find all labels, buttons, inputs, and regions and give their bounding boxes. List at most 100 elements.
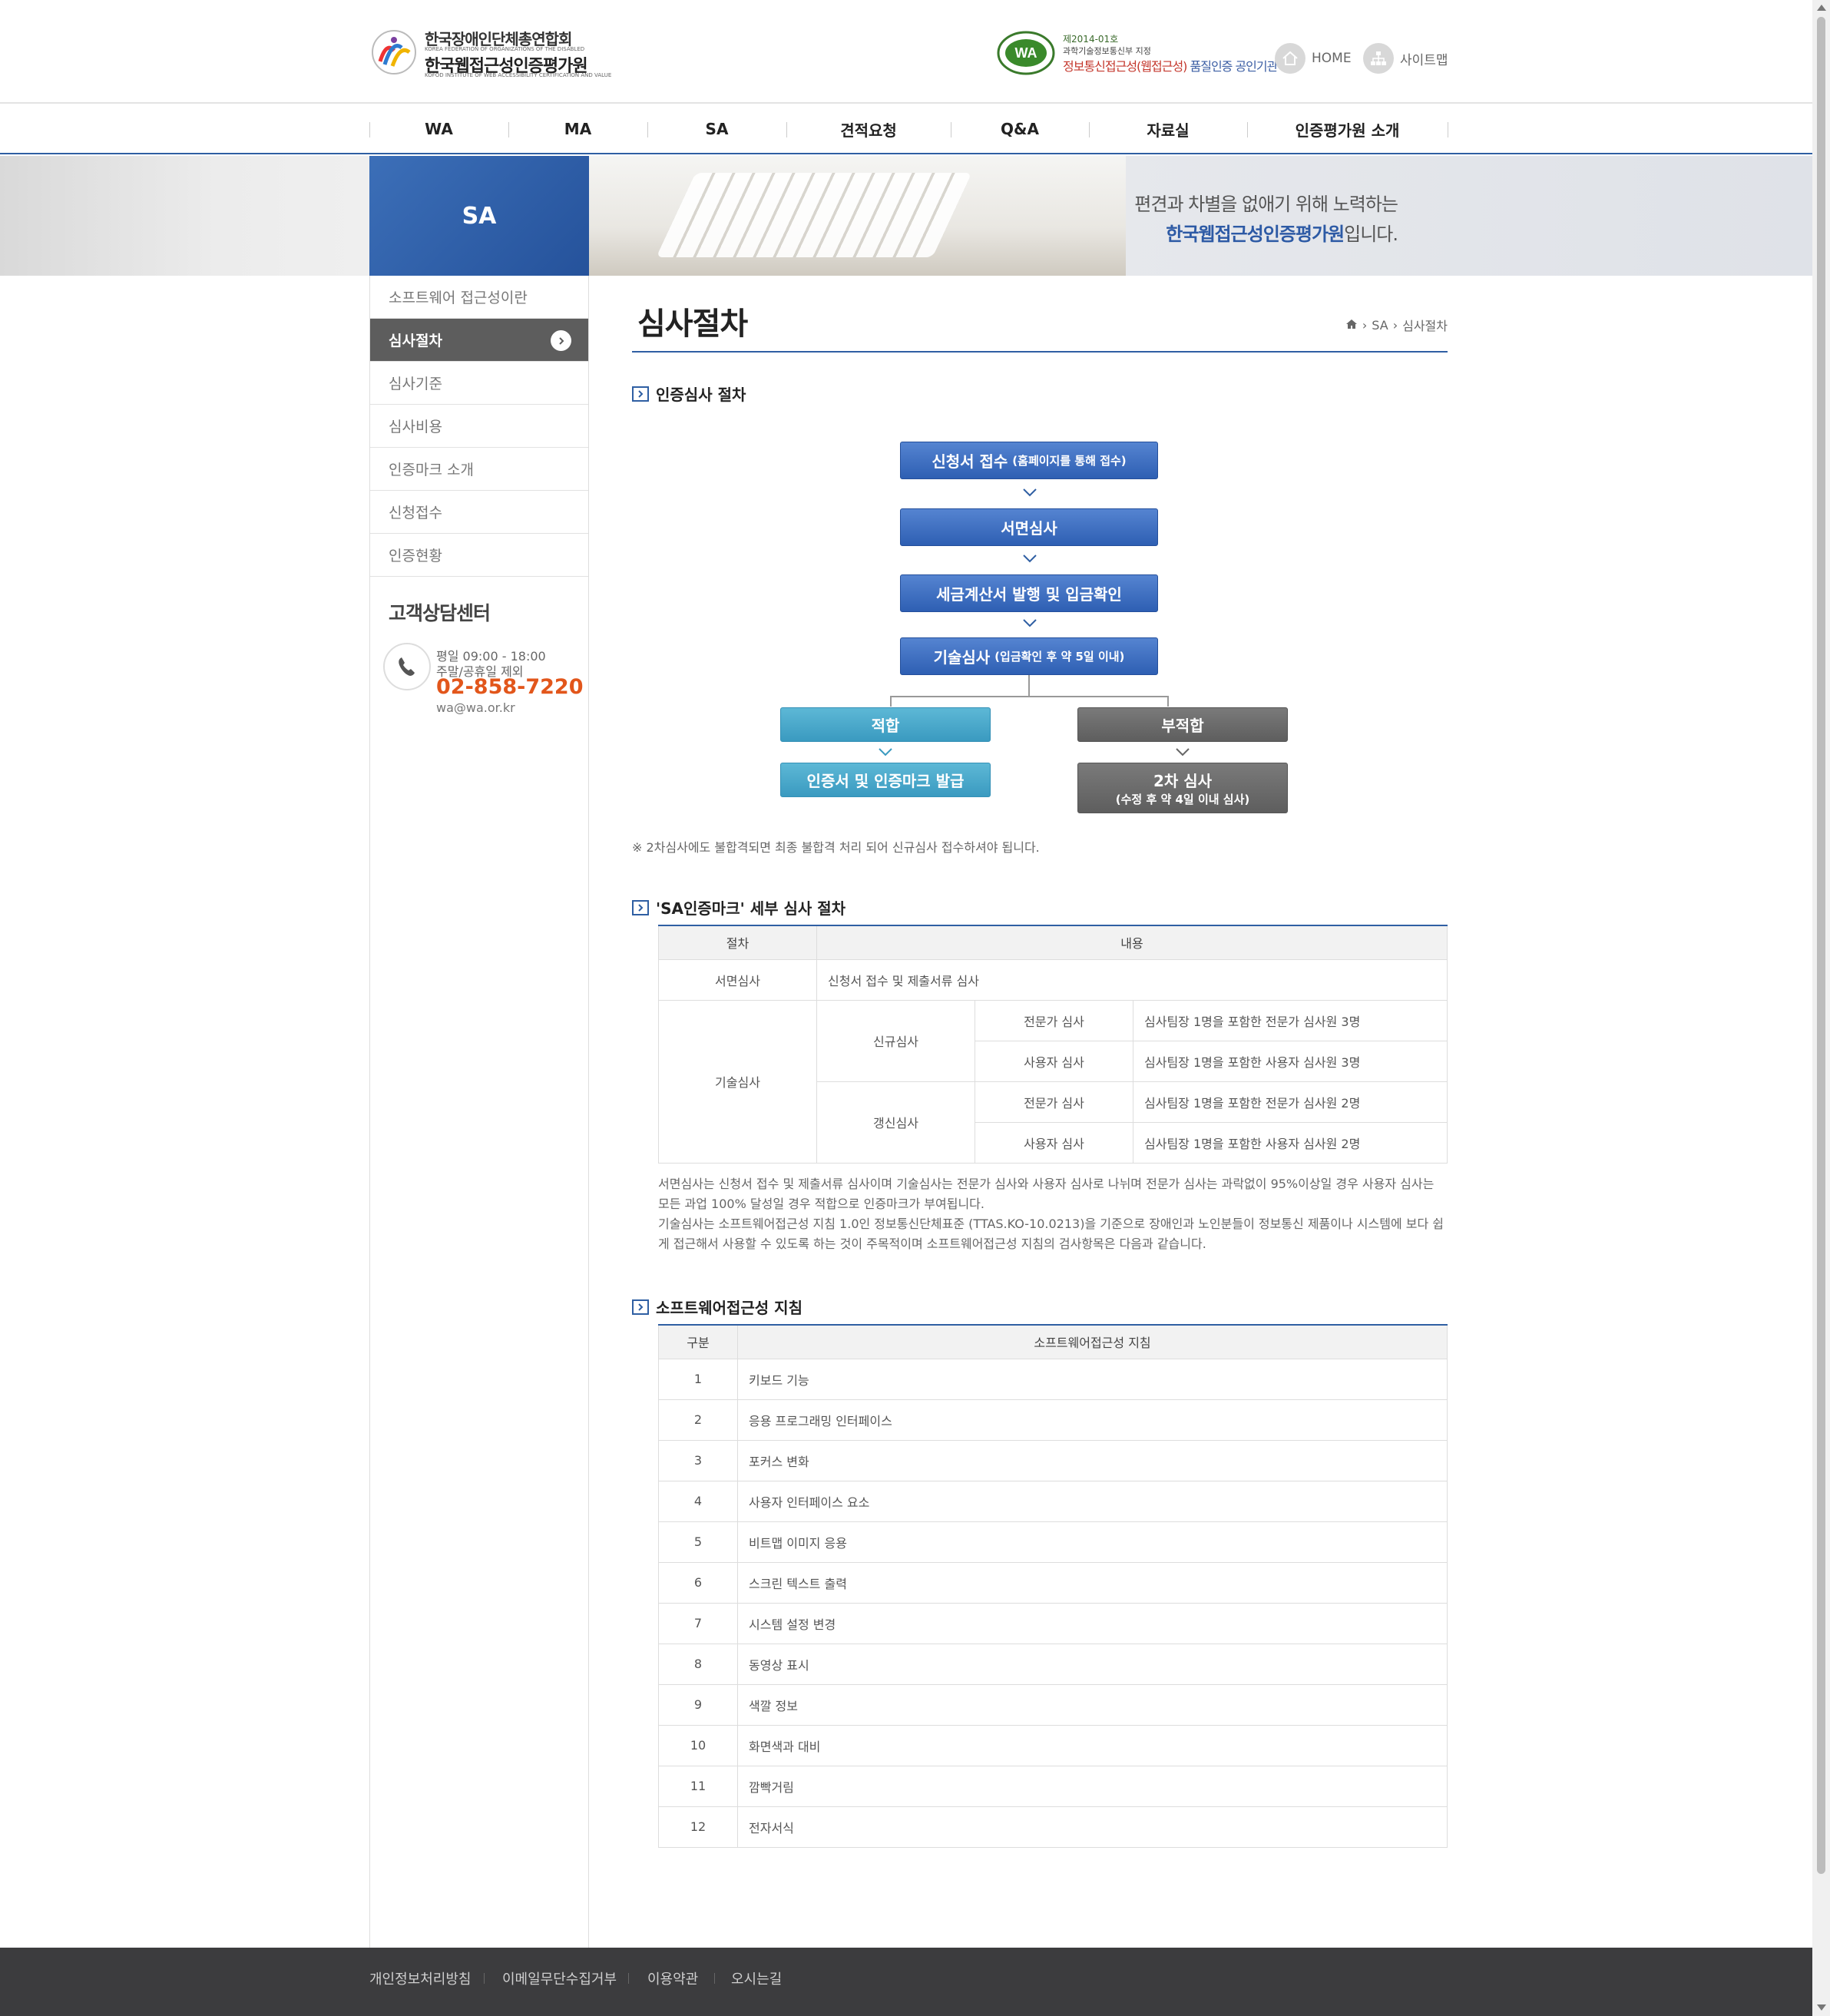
gnb-item-quote[interactable]: 견적요청	[786, 105, 951, 153]
detail-description-1: 서면심사는 신청서 접수 및 제출서류 심사이며 기술심사는 전문가 심사와 사…	[658, 1177, 1435, 1211]
table-cell: 기술심사	[658, 999, 817, 1164]
table-row: 4 사용자 인터페이스 요소	[658, 1480, 1448, 1522]
flow-result-certificate: 인증서 및 인증마크 발급	[780, 763, 991, 797]
flow-step-sub: (입금확인 후 약 5일 이내)	[994, 650, 1125, 664]
wa-certification-badge: WA 제2014-01호 과학기술정보통신부 지정 정보통신접근성(웹접근성) …	[997, 29, 1278, 77]
home-icon[interactable]	[1345, 318, 1358, 333]
lnb-item-review-criteria[interactable]: 심사기준	[370, 362, 588, 405]
footer-link-terms[interactable]: 이용약관	[647, 1968, 698, 1988]
gnb-item-archive[interactable]: 자료실	[1089, 105, 1247, 153]
table-cell: 사용자 인터페이스 요소	[737, 1480, 1448, 1522]
lnb-item-review-cost[interactable]: 심사비용	[370, 405, 588, 448]
flow-step-label: 인증서 및 인증마크 발급	[806, 772, 965, 790]
wa-mark-icon: WA	[997, 31, 1055, 75]
flow-step-label: 세금계산서 발행 및 입금확인	[936, 585, 1122, 604]
flow-step-application: 신청서 접수 (홈페이지를 통해 접수)	[900, 442, 1158, 479]
slogan-rest: 입니다.	[1344, 223, 1398, 245]
table-cell: 스크린 텍스트 출력	[737, 1561, 1448, 1604]
gnb-item-sa[interactable]: SA	[647, 105, 786, 153]
section-heading-process: 인증심사 절차	[632, 382, 746, 405]
scroll-up-arrow-icon[interactable]	[1817, 5, 1826, 11]
breadcrumb-separator: ›	[1392, 317, 1398, 333]
table-row: 8 동영상 표시	[658, 1643, 1448, 1685]
lnb-item-label: 인증마크 소개	[389, 462, 474, 478]
table-cell: 색깔 정보	[737, 1683, 1448, 1726]
footer-divider	[628, 1973, 629, 1984]
table-row: 3 포커스 변화	[658, 1439, 1448, 1481]
section-heading-text: 'SA인증마크' 세부 심사 절차	[656, 899, 846, 918]
slogan-line2: 한국웹접근성인증평가원입니다.	[1044, 219, 1398, 246]
lnb-item-sw-accessibility[interactable]: 소프트웨어 접근성이란	[370, 276, 588, 319]
table-cell: 10	[658, 1724, 738, 1766]
gnb-item-qna[interactable]: Q&A	[951, 105, 1089, 153]
table-cell: 비트맵 이미지 응용	[737, 1521, 1448, 1563]
table-cell: 시스템 설정 변경	[737, 1602, 1448, 1644]
flow-step-label: 신청서 접수	[932, 452, 1008, 471]
table-cell: 심사팀장 1명을 포함한 전문가 심사원 2명	[1133, 1081, 1448, 1123]
page-title: 심사절차	[637, 306, 748, 342]
footer-link-privacy[interactable]: 개인정보처리방침	[369, 1968, 471, 1988]
table-cell: 신청서 접수 및 제출서류 심사	[816, 958, 1448, 1001]
cert-number: 제2014-01호	[1063, 34, 1119, 45]
breadcrumb-separator: ›	[1362, 317, 1368, 333]
breadcrumb-item[interactable]: SA	[1372, 318, 1388, 333]
footer-divider	[714, 1973, 715, 1984]
table-row: 10 화면색과 대비	[658, 1724, 1448, 1766]
home-icon	[1275, 43, 1305, 74]
scrollbar-thumb[interactable]	[1817, 17, 1825, 1874]
scroll-down-arrow-icon[interactable]	[1817, 2004, 1826, 2011]
chevron-down-icon	[1023, 554, 1037, 563]
home-link[interactable]: HOME	[1275, 43, 1352, 74]
support-tel[interactable]: 02-858-7220	[436, 675, 584, 699]
slogan-line1: 편견과 차별을 없애기 위해 노력하는	[1134, 194, 1398, 215]
vertical-scrollbar[interactable]	[1812, 0, 1830, 2016]
header: 한국장애인단체총연합회 KOREA FEDERATION OF ORGANIZA…	[0, 0, 1812, 104]
table-cell: 11	[658, 1765, 738, 1807]
section-heading-guidelines: 소프트웨어접근성 지침	[632, 1296, 802, 1318]
main-navigation: WA MA SA 견적요청 Q&A 자료실 인증평가원 소개	[0, 105, 1812, 154]
home-label: HOME	[1312, 51, 1352, 66]
gnb-item-ma[interactable]: MA	[508, 105, 647, 153]
lnb-item-label: 심사비용	[389, 419, 442, 435]
flow-connector	[1167, 696, 1169, 707]
table-row: 12 전자서식	[658, 1806, 1448, 1848]
table-cell: 5	[658, 1521, 738, 1563]
footer-link-no-email[interactable]: 이메일무단수집거부	[502, 1968, 617, 1988]
lnb-item-review-process[interactable]: 심사절차	[370, 319, 588, 362]
table-cell: 심사팀장 1명을 포함한 전문가 심사원 3명	[1133, 999, 1448, 1041]
lnb-item-application[interactable]: 신청접수	[370, 491, 588, 534]
footer-divider	[484, 1973, 485, 1984]
table-cell: 12	[658, 1806, 738, 1848]
svg-text:WA: WA	[1015, 45, 1037, 61]
chevron-down-icon	[1023, 619, 1037, 627]
table-cell: 키보드 기능	[737, 1358, 1448, 1400]
sitemap-link[interactable]: 사이트맵	[1363, 43, 1448, 74]
table-row: 1 키보드 기능	[658, 1358, 1448, 1400]
table-row: 서면심사 신청서 접수 및 제출서류 심사	[658, 958, 1448, 1001]
lnb-item-cert-status[interactable]: 인증현황	[370, 534, 588, 577]
table-cell: 9	[658, 1683, 738, 1726]
lnb-item-cert-mark[interactable]: 인증마크 소개	[370, 448, 588, 491]
flow-connector	[890, 696, 1169, 697]
section-heading-text: 소프트웨어접근성 지침	[656, 1299, 802, 1317]
table-header: 소프트웨어접근성 지침	[737, 1324, 1448, 1359]
chevron-right-icon	[632, 899, 649, 915]
phone-icon	[383, 643, 431, 690]
flow-step-tech-review: 기술심사 (입금확인 후 약 5일 이내)	[900, 637, 1158, 675]
gnb-item-wa[interactable]: WA	[369, 105, 508, 153]
section-title-box: SA	[369, 156, 589, 276]
table-cell: 서면심사	[658, 958, 817, 1001]
logo-institute-name-en: KOFOD INSTITUTE OF WEB ACCESSIBILITY CER…	[425, 72, 612, 78]
table-header: 절차	[658, 925, 817, 960]
table-cell: 깜빡거림	[737, 1765, 1448, 1807]
site-logo[interactable]: 한국장애인단체총연합회 KOREA FEDERATION OF ORGANIZA…	[369, 23, 611, 81]
support-email[interactable]: wa@wa.or.kr	[436, 700, 515, 715]
table-cell: 1	[658, 1358, 738, 1400]
gnb-item-about[interactable]: 인증평가원 소개	[1247, 105, 1448, 153]
table-row: 2 응용 프로그래밍 인터페이스	[658, 1399, 1448, 1441]
table-cell: 2	[658, 1399, 738, 1441]
footer-link-directions[interactable]: 오시는길	[731, 1968, 782, 1988]
flow-connector	[1028, 675, 1030, 697]
table-cell: 6	[658, 1561, 738, 1604]
chevron-down-icon	[1023, 488, 1037, 497]
